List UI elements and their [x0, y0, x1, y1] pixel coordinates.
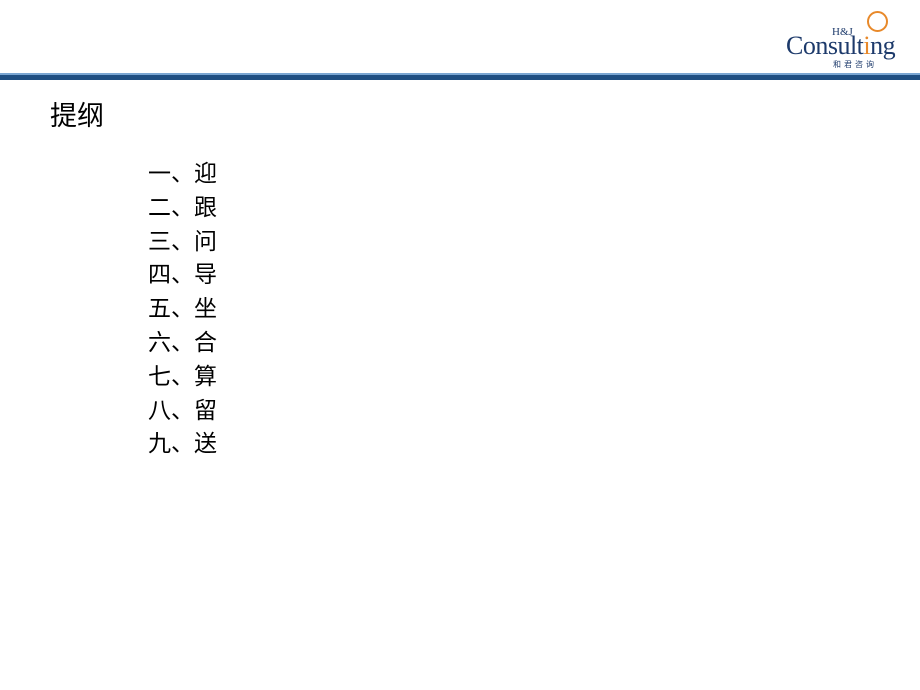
header-rule-dark — [0, 75, 920, 80]
outline-number: 二、 — [148, 194, 194, 221]
company-logo: H&J Consulting 和君咨询 — [786, 8, 916, 70]
outline-item: 六、合 — [148, 327, 217, 361]
outline-text: 送 — [194, 431, 217, 458]
outline-text: 迎 — [194, 161, 217, 187]
outline-list: 一、迎 二、跟 三、问 四、导 五、坐 六、合 七、算 八、留 九、送 — [148, 158, 217, 462]
outline-item: 二、跟 — [148, 192, 217, 226]
outline-item: 一、迎 — [148, 158, 217, 192]
logo-word-part: Consult — [786, 31, 864, 60]
outline-number: 七、 — [148, 363, 194, 390]
outline-text: 留 — [194, 397, 217, 424]
outline-item: 七、算 — [148, 361, 217, 395]
outline-text: 问 — [194, 228, 217, 255]
outline-item: 三、问 — [148, 226, 217, 260]
outline-number: 一、 — [148, 161, 194, 187]
outline-number: 四、 — [148, 262, 194, 289]
slide-title: 提纲 — [50, 101, 104, 132]
outline-number: 六、 — [148, 329, 194, 356]
outline-item: 八、留 — [148, 395, 217, 429]
outline-number: 五、 — [148, 296, 194, 323]
outline-item: 九、送 — [148, 428, 217, 462]
outline-text: 跟 — [194, 194, 217, 221]
outline-text: 导 — [194, 262, 217, 289]
logo-word-part: ng — [870, 31, 896, 60]
outline-item: 五、坐 — [148, 293, 217, 327]
outline-item: 四、导 — [148, 259, 217, 293]
logo-wordmark: Consulting — [786, 31, 896, 61]
logo-circle-icon — [867, 11, 888, 32]
outline-text: 合 — [194, 329, 217, 356]
outline-number: 八、 — [148, 397, 194, 424]
outline-number: 九、 — [148, 431, 194, 458]
outline-number: 三、 — [148, 228, 194, 255]
outline-text: 坐 — [194, 296, 217, 323]
outline-text: 算 — [194, 363, 217, 390]
logo-chinese-name: 和君咨询 — [833, 60, 877, 69]
